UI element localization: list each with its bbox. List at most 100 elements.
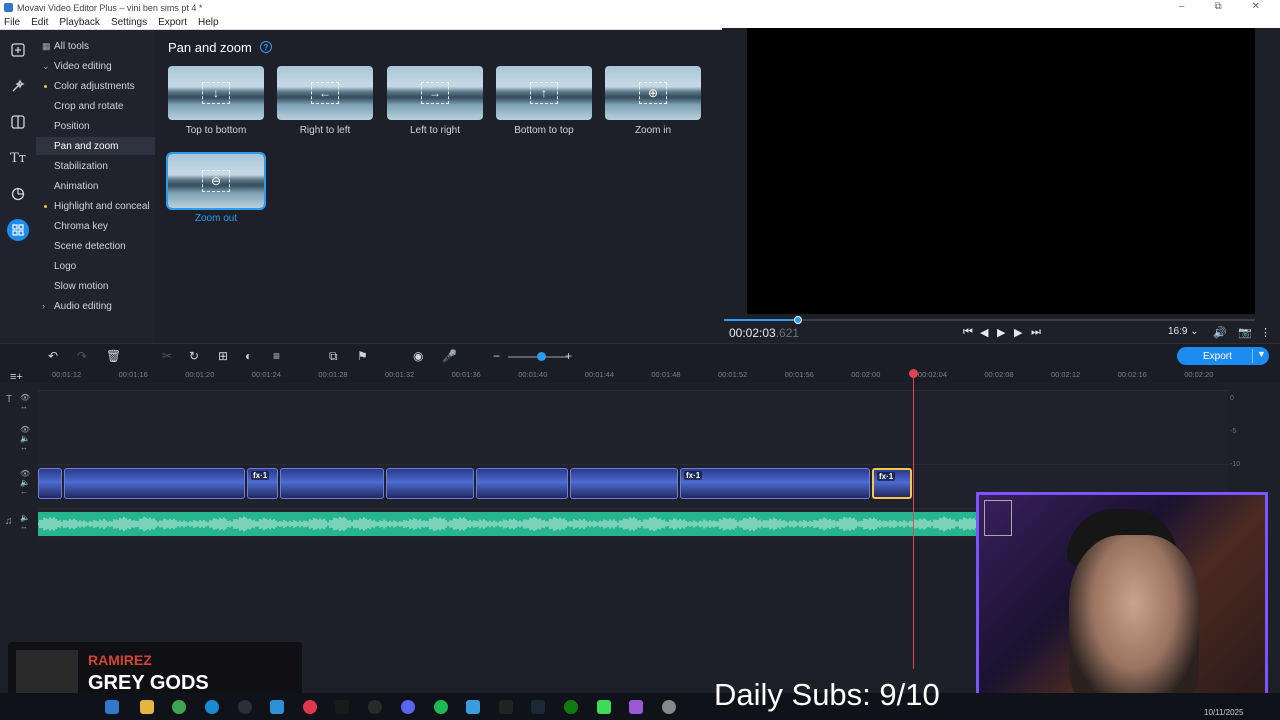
menu-edit[interactable]: Edit <box>31 17 48 28</box>
more-tools-icon[interactable] <box>7 219 29 241</box>
video-clip[interactable] <box>64 468 245 499</box>
eye-icon[interactable]: 👁 <box>20 393 30 402</box>
menu-help[interactable]: Help <box>198 17 219 28</box>
video-clip[interactable] <box>476 468 568 499</box>
effect-left-to-right[interactable]: → Left to right <box>387 66 483 136</box>
chevron-down-icon[interactable]: ▼ <box>1257 349 1266 359</box>
titles-icon[interactable]: Tт <box>7 147 29 169</box>
tool-scene-detection[interactable]: Scene detection <box>36 237 155 255</box>
stickers-icon[interactable] <box>7 183 29 205</box>
chrome-icon[interactable] <box>172 700 186 714</box>
marker-icon[interactable]: ⚑ <box>357 349 368 363</box>
video-clip[interactable]: fx·1 <box>247 468 278 499</box>
menu-file[interactable]: File <box>4 17 20 28</box>
effect-right-to-left[interactable]: ← Right to left <box>277 66 373 136</box>
tool-audio-editing[interactable]: › Audio editing <box>36 297 155 315</box>
volume-icon[interactable]: 🔊 <box>1213 326 1227 339</box>
menu-export[interactable]: Export <box>158 17 187 28</box>
delete-icon[interactable]: 🗑 <box>106 349 121 363</box>
timeline-ruler[interactable]: 00:01:12 00:01:16 00:01:20 00:01:24 00:01:28… <box>38 367 1228 383</box>
media-icon[interactable] <box>238 700 252 714</box>
clip-properties-icon[interactable]: ≡ <box>273 349 280 363</box>
tool-pan-zoom[interactable]: Pan and zoom <box>36 137 155 155</box>
edge-icon[interactable] <box>205 700 219 714</box>
add-track-icon[interactable]: ≡+ <box>10 371 23 383</box>
tool-chroma-key[interactable]: Chroma key <box>36 217 155 235</box>
playhead[interactable] <box>909 369 918 669</box>
effect-zoom-out[interactable]: ⊖ Zoom out <box>166 152 266 224</box>
zoom-in-timeline-icon[interactable]: + <box>565 349 572 363</box>
cut-icon[interactable]: ✂ <box>162 349 172 363</box>
tiktok-icon[interactable] <box>335 700 349 714</box>
tool-all-tools[interactable]: ▦ All tools <box>36 37 155 55</box>
skip-start-icon[interactable]: ⏮ <box>963 326 973 339</box>
app-icon[interactable] <box>662 700 676 714</box>
import-icon[interactable] <box>7 39 29 61</box>
more-menu-icon[interactable]: ⋮ <box>1260 326 1271 339</box>
tool-stabilization[interactable]: Stabilization <box>36 157 155 175</box>
help-icon[interactable]: ? <box>260 41 272 53</box>
music-app-icon[interactable] <box>303 700 317 714</box>
link-icon[interactable]: ← <box>20 487 28 496</box>
playback-scrubber[interactable] <box>724 316 1255 324</box>
discord-icon[interactable] <box>401 700 415 714</box>
effect-top-to-bottom[interactable]: ↓ Top to bottom <box>168 66 264 136</box>
menu-playback[interactable]: Playback <box>59 17 100 28</box>
spotify-icon[interactable] <box>434 700 448 714</box>
video-clip[interactable] <box>280 468 384 499</box>
menu-settings[interactable]: Settings <box>111 17 147 28</box>
timeline-zoom-handle[interactable] <box>537 352 546 361</box>
playhead-handle[interactable] <box>909 369 918 378</box>
obs-icon[interactable] <box>368 700 382 714</box>
nvidia-icon[interactable] <box>597 700 611 714</box>
selected-video-clip[interactable]: fx·1 <box>872 468 912 499</box>
skip-end-icon[interactable]: ⏭ <box>1031 326 1041 339</box>
tool-video-editing[interactable]: ⌄ Video editing <box>36 57 155 75</box>
play-icon[interactable]: ▶ <box>997 326 1005 339</box>
minimize-icon[interactable]: – <box>1179 1 1185 12</box>
store-icon[interactable] <box>466 700 480 714</box>
speaker-icon[interactable]: 🔈 <box>20 478 30 487</box>
frame-forward-icon[interactable]: ▶​ <box>1014 326 1022 339</box>
redo-icon[interactable]: ↷ <box>77 349 87 363</box>
microphone-icon[interactable]: 🎤 <box>442 349 457 363</box>
magic-wand-icon[interactable] <box>7 75 29 97</box>
overlay-icon[interactable]: ⧉ <box>329 349 338 364</box>
steam-icon[interactable] <box>531 700 545 714</box>
link-icon[interactable]: ↔ <box>20 443 28 452</box>
tool-crop-rotate[interactable]: Crop and rotate <box>36 97 155 115</box>
editor-icon[interactable] <box>270 700 284 714</box>
tool-color-adjustments[interactable]: Color adjustments <box>36 77 155 95</box>
snapshot-icon[interactable]: 📷 <box>1238 326 1252 339</box>
color-icon[interactable]: ◐ <box>245 349 252 363</box>
effect-zoom-in[interactable]: ⊕ Zoom in <box>605 66 701 136</box>
restore-icon[interactable]: ⧉ <box>1214 1 1221 12</box>
link-icon[interactable]: ↔ <box>20 402 28 411</box>
zoom-out-timeline-icon[interactable]: − <box>493 349 500 363</box>
taskbar-app-icon[interactable] <box>105 700 119 714</box>
title-track-lane[interactable] <box>38 390 1228 464</box>
scrubber-handle[interactable] <box>794 316 803 324</box>
close-icon[interactable]: ✕ <box>1252 1 1260 12</box>
video-clip[interactable]: fx·1 <box>680 468 870 499</box>
rotate-icon[interactable]: ↻ <box>189 349 199 363</box>
tool-logo[interactable]: Logo <box>36 257 155 275</box>
folder-icon[interactable] <box>140 700 154 714</box>
video-clip[interactable] <box>570 468 678 499</box>
tool-highlight-conceal[interactable]: Highlight and conceal <box>36 197 155 215</box>
tool-animation[interactable]: Animation <box>36 177 155 195</box>
speaker-icon[interactable]: 🔈 <box>20 513 30 522</box>
transitions-icon[interactable] <box>7 111 29 133</box>
export-button[interactable]: Export ▼ <box>1177 347 1269 365</box>
undo-icon[interactable]: ↶ <box>48 349 58 363</box>
effect-bottom-to-top[interactable]: ↑ Bottom to top <box>496 66 592 136</box>
app-icon[interactable] <box>629 700 643 714</box>
tool-position[interactable]: Position <box>36 117 155 135</box>
eye-icon[interactable]: 👁 <box>20 469 30 478</box>
tool-slow-motion[interactable]: Slow motion <box>36 277 155 295</box>
audio-clip[interactable] <box>38 512 978 536</box>
video-clip[interactable] <box>38 468 62 499</box>
epic-icon[interactable] <box>499 700 513 714</box>
xbox-icon[interactable] <box>564 700 578 714</box>
frame-back-icon[interactable]: ◀​ <box>980 326 988 339</box>
